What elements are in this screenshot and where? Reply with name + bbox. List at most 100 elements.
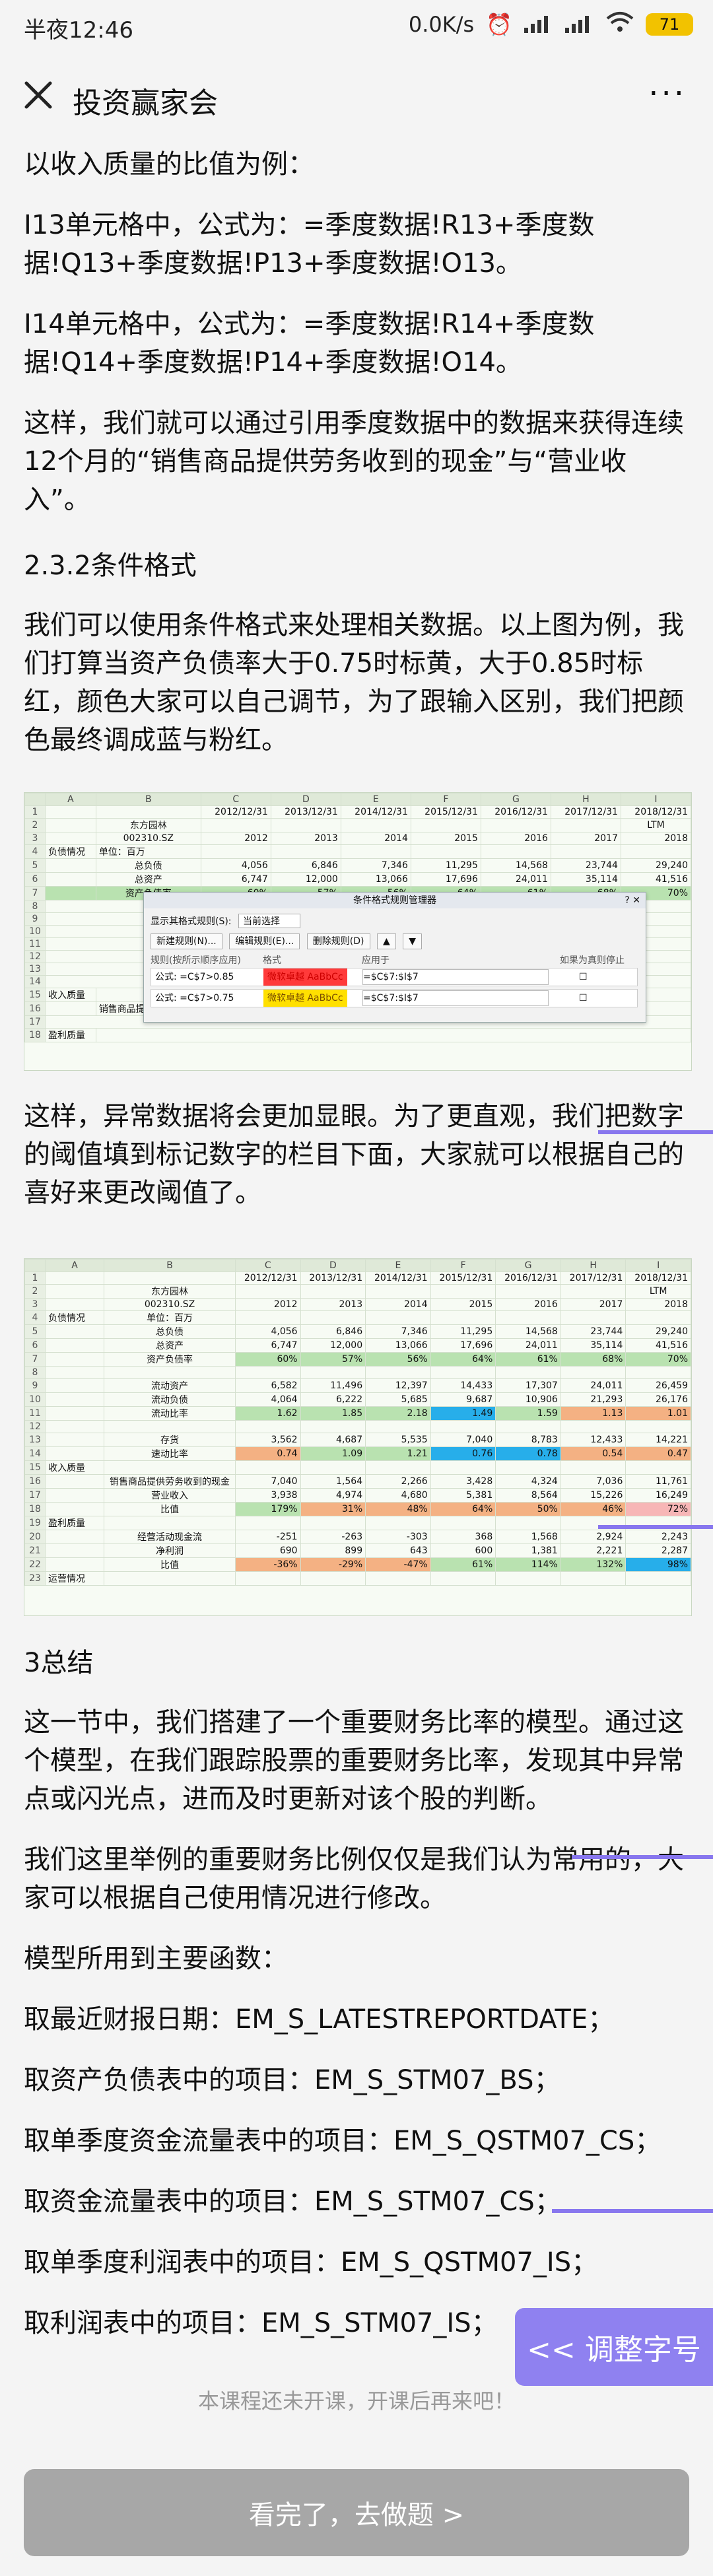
value-cell: 41,516 <box>625 1338 691 1353</box>
value-cell: -47% <box>365 1557 431 1572</box>
adjust-font-size-button[interactable]: << 调整字号 <box>515 2308 713 2386</box>
value-cell: 4,974 <box>300 1488 366 1503</box>
row-number: 5 <box>24 1324 46 1339</box>
year-cell: 2018 <box>625 1298 691 1311</box>
rule-row[interactable]: 公式: =C$7>0.75 微软卓越 AaBbCc =$C$7:$I$7 ☐ <box>151 989 638 1007</box>
row-number: 8 <box>24 1366 46 1379</box>
value-cell <box>235 1366 301 1379</box>
paragraph: 取单季度利润表中的项目：EM_S_QSTM07_IS； <box>24 2247 598 2278</box>
danmaku-line <box>598 1525 713 1529</box>
col-header: E <box>365 1259 431 1272</box>
col-format-label: 格式 <box>263 955 281 966</box>
move-up-icon[interactable]: ▲ <box>376 933 396 949</box>
value-cell: 7,040 <box>430 1433 496 1447</box>
status-bar: 半夜12:46 0.0K/s ⏰ 71 <box>0 0 713 54</box>
table-row: 21 净利润 690 899 643 600 1,381 2,221 2,287 <box>24 1543 691 1558</box>
value-cell: 29,240 <box>625 1324 691 1339</box>
edit-rule-button[interactable]: 编辑规则(E)... <box>229 933 300 949</box>
value-cell <box>430 1420 496 1433</box>
paragraph: 我们这里举例的重要财务比例仅仅是我们认为常用的，大家可以根据自己使用情况进行修改… <box>24 1845 684 1913</box>
value-cell <box>495 1310 561 1325</box>
section-cell <box>45 1502 104 1516</box>
cell <box>235 1284 301 1299</box>
value-cell <box>560 1366 627 1379</box>
stop-checkbox[interactable]: ☐ <box>579 968 588 986</box>
paragraph: I14单元格中，公式为：=季度数据!R14+季度数据!Q14+季度数据!P14+… <box>24 309 595 378</box>
value-cell <box>235 1420 301 1433</box>
col-header: A <box>45 793 96 806</box>
more-menu-icon[interactable]: ··· <box>648 78 687 110</box>
company-cell: 东方园林 <box>95 818 201 832</box>
move-down-icon[interactable]: ▼ <box>403 933 422 949</box>
row-number: 20 <box>24 1530 46 1544</box>
value-cell <box>430 1310 496 1325</box>
value-cell <box>560 1310 627 1325</box>
rule-row[interactable]: 公式: =C$7>0.85 微软卓越 AaBbCc =$C$7:$I$7 ☐ <box>151 968 638 986</box>
value-cell: 12,000 <box>300 1338 366 1353</box>
value-cell: 26,459 <box>625 1378 691 1393</box>
date-cell: 2012/12/31 <box>235 1271 301 1285</box>
value-cell: 690 <box>235 1543 301 1558</box>
value-cell <box>365 1571 431 1586</box>
value-cell: 3,562 <box>235 1433 301 1447</box>
cell <box>45 1001 96 1016</box>
section-cell: 负债情况 <box>45 844 96 859</box>
value-cell: 12,433 <box>560 1433 627 1447</box>
row-number: 22 <box>24 1557 46 1572</box>
table-row: 12 <box>24 1420 691 1433</box>
cell <box>480 844 551 859</box>
show-rules-select[interactable]: 当前选择 <box>238 914 300 928</box>
row-label <box>104 1460 236 1475</box>
nav-bar: 投资赢家会 ··· <box>0 54 713 136</box>
value-cell: 6,222 <box>300 1392 366 1407</box>
cell <box>45 1284 104 1299</box>
value-cell: 72% <box>625 1502 691 1516</box>
value-cell: 64% <box>430 1352 496 1367</box>
paragraph: I13单元格中，公式为：=季度数据!R13+季度数据!Q13+季度数据!P13+… <box>24 210 595 279</box>
value-cell: 1,568 <box>495 1530 561 1544</box>
section-cell <box>45 1543 104 1558</box>
ltm-cell: LTM <box>625 1284 691 1299</box>
rule-apply-range[interactable]: =$C$7:$I$7 <box>362 990 549 1006</box>
corner-cell <box>24 793 46 806</box>
stop-checkbox[interactable]: ☐ <box>579 990 588 1007</box>
cell <box>480 818 551 832</box>
value-cell: 68% <box>560 1352 627 1367</box>
value-cell <box>300 1516 366 1530</box>
value-cell: 12,000 <box>270 872 341 887</box>
cell <box>430 1284 496 1299</box>
value-cell: 6,747 <box>235 1338 301 1353</box>
go-to-quiz-button[interactable]: 看完了，去做题 > <box>24 2469 689 2556</box>
value-cell: 46% <box>560 1502 627 1516</box>
cell <box>410 818 481 832</box>
value-cell <box>235 1516 301 1530</box>
col-apply-label: 应用于 <box>362 955 390 966</box>
paragraph: 取资金流量表中的项目：EM_S_STM07_CS； <box>24 2186 561 2217</box>
col-header: G <box>495 1259 561 1272</box>
row-label: 比值 <box>104 1502 236 1516</box>
rule-apply-range[interactable]: =$C$7:$I$7 <box>362 969 549 985</box>
dialog-close-icon[interactable]: ? ✕ <box>625 893 640 908</box>
value-cell <box>495 1571 561 1586</box>
delete-rule-button[interactable]: 删除规则(D) <box>306 933 370 949</box>
new-rule-button[interactable]: 新建规则(N)... <box>151 933 222 949</box>
section-cell <box>45 1324 104 1339</box>
col-header: F <box>430 1259 496 1272</box>
summary-section: 3总结 这一节中，我们搭建了一个重要财务比率的模型。通过这个模型，在我们跟踪股票… <box>24 1525 713 2342</box>
code-cell: 002310.SZ <box>95 832 201 845</box>
value-cell: 3,428 <box>430 1474 496 1489</box>
value-cell: 23,744 <box>560 1324 627 1339</box>
paragraph: 这样，异常数据将会更加显眼。为了更直观，我们把数字的阈值填到标记数字的栏目下面，… <box>24 1101 684 1208</box>
value-cell: 1.21 <box>365 1446 431 1461</box>
ltm-cell: LTM <box>620 818 691 832</box>
section-cell <box>45 1366 104 1379</box>
value-cell <box>560 1571 627 1586</box>
date-cell: 2017/12/31 <box>560 1271 627 1285</box>
row-label: 流动负债 <box>104 1392 236 1407</box>
value-cell: 5,685 <box>365 1392 431 1407</box>
danmaku-line <box>598 1130 713 1134</box>
row-number: 2 <box>24 1284 46 1299</box>
close-icon[interactable] <box>20 77 57 114</box>
rule-columns: 规则(按所示顺序应用) 格式 应用于 如果为真则停止 <box>151 953 639 966</box>
value-cell: 4,687 <box>300 1433 366 1447</box>
